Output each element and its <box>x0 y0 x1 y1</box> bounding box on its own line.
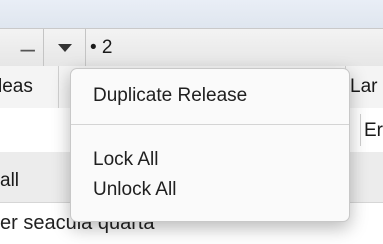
toolbar-field[interactable]: • 2 <box>90 29 113 67</box>
menu-separator <box>71 124 349 125</box>
column-header-release[interactable]: leas <box>0 76 33 98</box>
triangle-down-icon <box>58 44 72 52</box>
remove-button[interactable]: – <box>4 29 44 67</box>
actions-dropdown-button[interactable] <box>45 29 86 67</box>
menu-item-lock-all[interactable]: Lock All <box>93 149 158 171</box>
window-top-band <box>0 0 383 28</box>
column-header-language[interactable]: Lar <box>350 76 377 98</box>
column-separator <box>58 66 59 108</box>
menu-item-unlock-all[interactable]: Unlock All <box>93 179 176 201</box>
toolbar: – • 2 <box>0 28 383 68</box>
row-label: all <box>0 170 20 191</box>
context-menu: Duplicate Release Lock All Unlock All <box>70 68 350 222</box>
menu-item-duplicate-release[interactable]: Duplicate Release <box>93 85 247 107</box>
language-cell: Er <box>364 120 383 141</box>
column-separator <box>360 114 361 146</box>
